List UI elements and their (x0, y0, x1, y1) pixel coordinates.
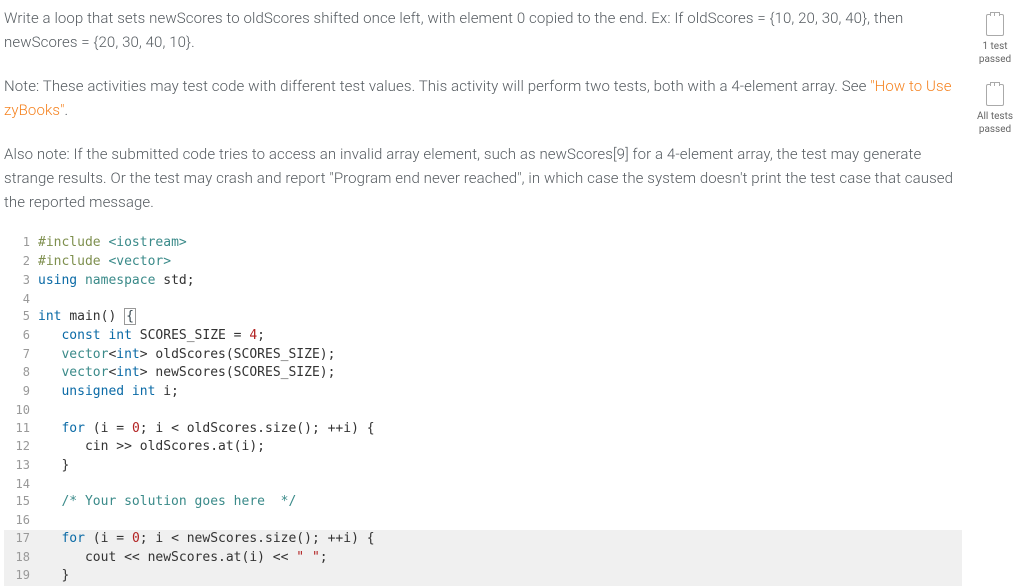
clipboard-icon (986, 84, 1004, 106)
line-number: 6 (4, 327, 38, 346)
line-number: 10 (4, 402, 38, 419)
status-label: 1 test (982, 40, 1007, 53)
code-content[interactable] (38, 291, 962, 308)
code-line[interactable]: 12 cin >> oldScores.at(i); (4, 438, 962, 457)
instructions: Write a loop that sets newScores to oldS… (4, 6, 962, 214)
main-content: Write a loop that sets newScores to oldS… (0, 0, 970, 580)
code-line[interactable]: 7 vector<int> oldScores(SCORES_SIZE); (4, 346, 962, 365)
line-number: 17 (4, 530, 38, 549)
line-number: 15 (4, 493, 38, 512)
line-number: 13 (4, 457, 38, 476)
code-line[interactable]: 4 (4, 291, 962, 308)
code-content[interactable] (38, 476, 962, 493)
status-label: All tests (977, 110, 1013, 123)
code-line[interactable]: 2#include <vector> (4, 253, 962, 272)
test-status-one: 1 test passed (970, 14, 1020, 66)
line-number: 9 (4, 383, 38, 402)
line-number: 1 (4, 234, 38, 253)
code-content[interactable]: for (i = 0; i < newScores.size(); ++i) { (38, 530, 962, 549)
code-line[interactable]: 17 for (i = 0; i < newScores.size(); ++i… (4, 530, 962, 549)
line-number: 3 (4, 272, 38, 291)
code-line[interactable]: 10 (4, 402, 962, 419)
test-status-all: All tests passed (970, 84, 1020, 136)
instruction-paragraph-3: Also note: If the submitted code tries t… (4, 142, 962, 214)
line-number: 14 (4, 476, 38, 493)
line-number: 19 (4, 567, 38, 586)
instruction-text: . (65, 101, 69, 119)
code-line[interactable]: 6 const int SCORES_SIZE = 4; (4, 327, 962, 346)
code-content[interactable] (38, 512, 962, 529)
line-number: 5 (4, 308, 38, 327)
instruction-paragraph-1: Write a loop that sets newScores to oldS… (4, 6, 962, 54)
instruction-text: Note: These activities may test code wit… (4, 77, 870, 95)
code-line[interactable]: 19 } (4, 567, 962, 586)
code-line[interactable]: 15 /* Your solution goes here */ (4, 493, 962, 512)
code-line[interactable]: 9 unsigned int i; (4, 383, 962, 402)
code-content[interactable] (38, 402, 962, 419)
instruction-paragraph-2: Note: These activities may test code wit… (4, 74, 962, 122)
code-content[interactable]: #include <vector> (38, 253, 962, 272)
code-content[interactable]: #include <iostream> (38, 234, 962, 253)
line-number: 4 (4, 291, 38, 308)
code-line[interactable]: 14 (4, 476, 962, 493)
line-number: 2 (4, 253, 38, 272)
line-number: 11 (4, 420, 38, 439)
code-content[interactable]: } (38, 457, 962, 476)
code-line[interactable]: 1#include <iostream> (4, 234, 962, 253)
code-content[interactable]: cin >> oldScores.at(i); (38, 438, 962, 457)
line-number: 16 (4, 512, 38, 529)
code-line[interactable]: 3using namespace std; (4, 272, 962, 291)
code-content[interactable]: const int SCORES_SIZE = 4; (38, 327, 962, 346)
code-content[interactable]: vector<int> newScores(SCORES_SIZE); (38, 364, 962, 383)
code-content[interactable]: cout << newScores.at(i) << " "; (38, 549, 962, 568)
code-line[interactable]: 11 for (i = 0; i < oldScores.size(); ++i… (4, 420, 962, 439)
code-line[interactable]: 5int main() { (4, 308, 962, 327)
code-content[interactable]: } (38, 567, 962, 586)
status-label: passed (979, 53, 1011, 66)
line-number: 7 (4, 346, 38, 365)
code-content[interactable]: vector<int> oldScores(SCORES_SIZE); (38, 346, 962, 365)
code-content[interactable]: /* Your solution goes here */ (38, 493, 962, 512)
line-number: 18 (4, 549, 38, 568)
test-status-sidebar: 1 test passed All tests passed (970, 0, 1024, 580)
code-line[interactable]: 18 cout << newScores.at(i) << " "; (4, 549, 962, 568)
code-line[interactable]: 8 vector<int> newScores(SCORES_SIZE); (4, 364, 962, 383)
line-number: 8 (4, 364, 38, 383)
code-content[interactable]: using namespace std; (38, 272, 962, 291)
line-number: 12 (4, 438, 38, 457)
code-editor[interactable]: 1#include <iostream>2#include <vector>3u… (4, 234, 962, 586)
code-content[interactable]: int main() { (38, 308, 962, 327)
code-content[interactable]: unsigned int i; (38, 383, 962, 402)
clipboard-icon (986, 14, 1004, 36)
status-label: passed (979, 123, 1011, 136)
code-line[interactable]: 13 } (4, 457, 962, 476)
code-line[interactable]: 16 (4, 512, 962, 529)
code-content[interactable]: for (i = 0; i < oldScores.size(); ++i) { (38, 420, 962, 439)
